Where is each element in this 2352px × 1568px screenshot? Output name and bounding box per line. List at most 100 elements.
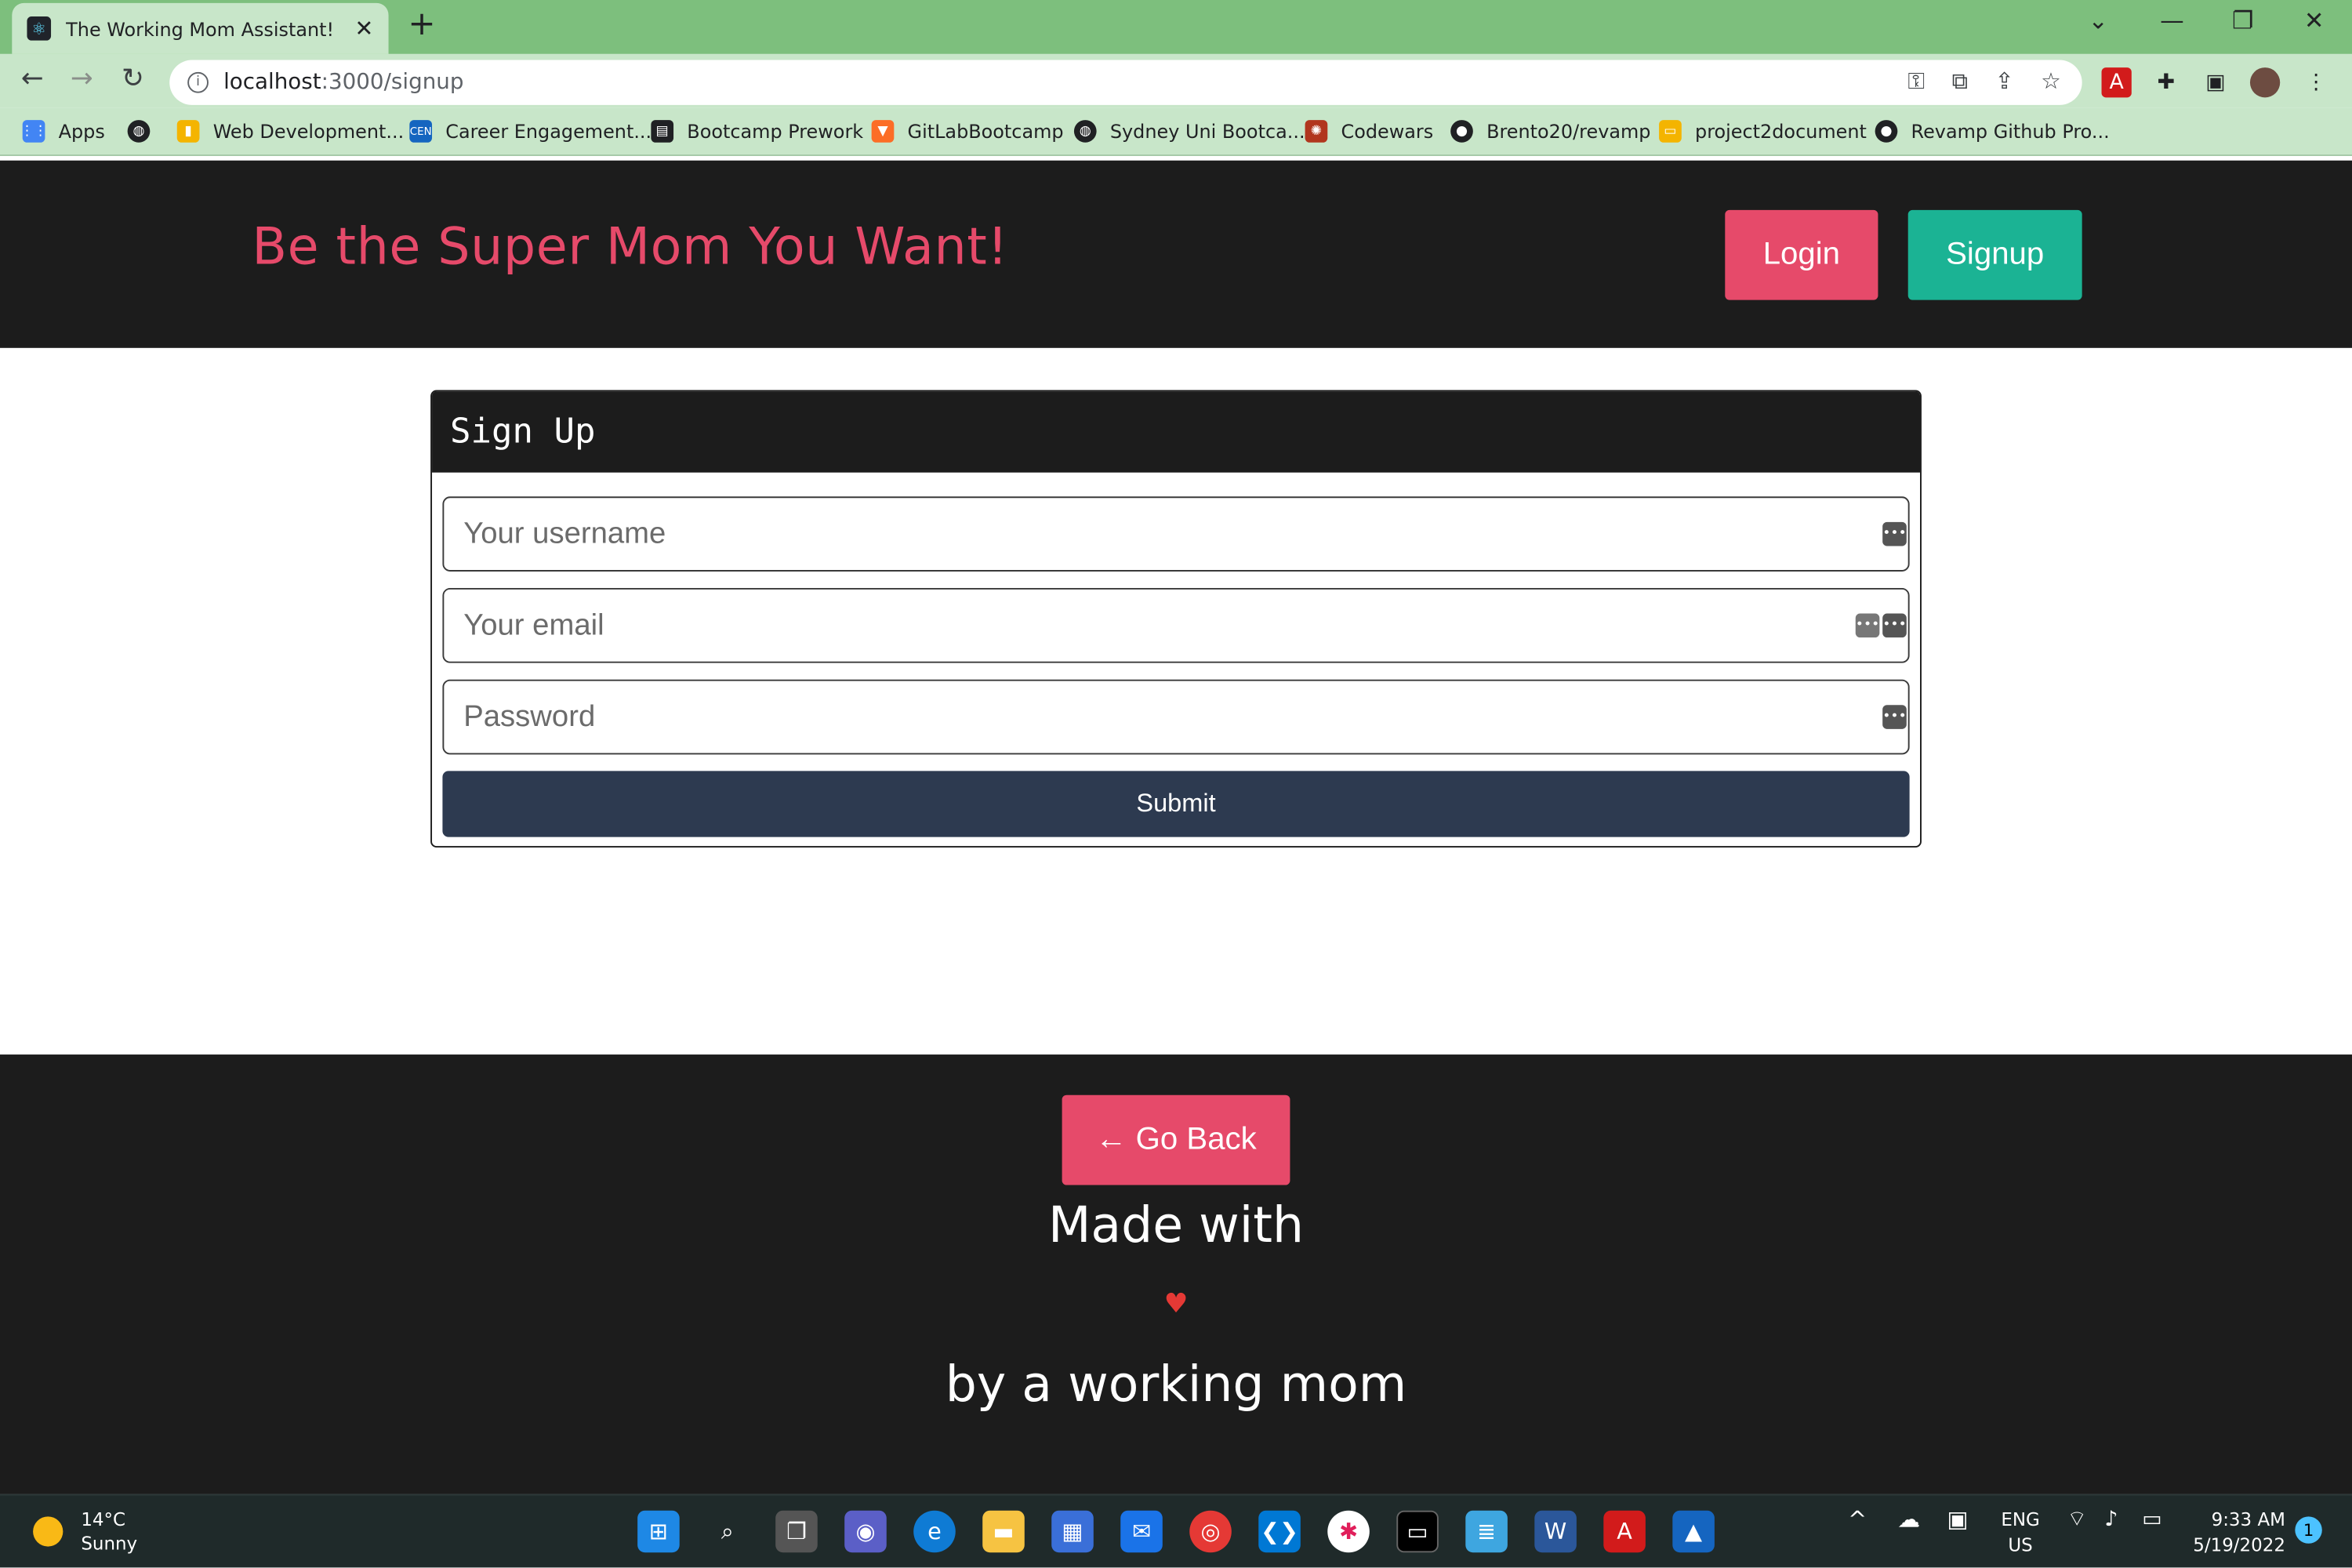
open-in-icon[interactable]: ⧉ bbox=[1952, 67, 1969, 94]
github-icon: ● bbox=[1875, 120, 1898, 143]
email-input[interactable]: Your email ••• ••• bbox=[442, 588, 1910, 663]
tab-title: The Working Mom Assistant! bbox=[66, 17, 335, 40]
photos-icon[interactable]: ▲ bbox=[1672, 1510, 1715, 1553]
bookmark-icon: ▮ bbox=[176, 120, 200, 143]
bookmark-bootcamp-prework[interactable]: ▤ Bootcamp Prework bbox=[651, 120, 863, 143]
minimize-icon[interactable]: — bbox=[2160, 6, 2184, 34]
password-manager-icon[interactable]: ••• bbox=[1882, 521, 1907, 546]
battery-icon[interactable]: ▭ bbox=[2142, 1508, 2161, 1534]
password-manager-icon[interactable]: ••• bbox=[1882, 613, 1907, 638]
display-icon[interactable]: ▣ bbox=[1947, 1507, 1968, 1534]
url-host: localhost bbox=[223, 70, 321, 95]
edge-icon[interactable]: e bbox=[913, 1510, 956, 1553]
bookmarks-bar: ⋮⋮ Apps ◍ ▮ Web Development... CEN Career E… bbox=[0, 107, 2352, 156]
acrobat-extension-icon[interactable]: A bbox=[2101, 67, 2132, 98]
site-info-icon[interactable]: i bbox=[187, 71, 209, 93]
profile-avatar[interactable] bbox=[2249, 67, 2281, 98]
react-favicon-icon: ⚛ bbox=[27, 16, 52, 41]
task-view-icon[interactable]: ❐ bbox=[775, 1510, 818, 1553]
vscode-icon[interactable]: ❮❯ bbox=[1258, 1510, 1301, 1553]
clock-time: 9:33 AM bbox=[2211, 1508, 2285, 1530]
bookmark-brento20-revamp[interactable]: ● Brento20/revamp bbox=[1450, 120, 1650, 143]
bookmark-sydney-uni[interactable]: ◍ Sydney Uni Bootca... bbox=[1073, 120, 1305, 143]
codewars-icon: ✺ bbox=[1305, 120, 1328, 143]
bookmark-project2document[interactable]: ▭ project2document bbox=[1659, 120, 1867, 143]
start-windows-icon[interactable]: ⊞ bbox=[637, 1510, 680, 1553]
username-input[interactable]: Your username ••• bbox=[442, 496, 1910, 572]
made-with-text: Made with bbox=[1047, 1195, 1305, 1254]
signup-card-title: Sign Up bbox=[432, 391, 1921, 473]
volume-icon[interactable]: ♪ bbox=[2104, 1508, 2118, 1534]
wifi-icon[interactable]: ⌔ bbox=[2067, 1508, 2087, 1534]
extensions-puzzle-icon[interactable]: ✚ bbox=[2151, 67, 2181, 97]
teams-chat-icon[interactable]: ◉ bbox=[844, 1510, 887, 1553]
globe-icon: ◍ bbox=[1073, 120, 1097, 143]
back-icon[interactable]: ← bbox=[21, 63, 44, 94]
cen-icon: CEN bbox=[409, 120, 433, 143]
globe-icon: ◍ bbox=[127, 120, 151, 143]
bookmark-codewars[interactable]: ✺ Codewars bbox=[1305, 120, 1433, 143]
go-back-button[interactable]: ← Go Back bbox=[1062, 1094, 1290, 1185]
share-icon[interactable]: ⇪ bbox=[1995, 67, 2014, 94]
clock-date: 5/19/2022 bbox=[2193, 1534, 2285, 1556]
menu-kebab-icon[interactable]: ⋮ bbox=[2301, 67, 2331, 97]
chrome-icon[interactable]: ◎ bbox=[1189, 1510, 1232, 1553]
username-placeholder: Your username bbox=[463, 517, 666, 550]
search-icon[interactable]: ⌕ bbox=[706, 1511, 749, 1553]
password-placeholder: Password bbox=[463, 699, 596, 733]
slides-icon: ▭ bbox=[1659, 120, 1682, 143]
sun-icon bbox=[33, 1516, 64, 1547]
acrobat-icon[interactable]: A bbox=[1603, 1510, 1646, 1553]
signup-button[interactable]: Signup bbox=[1907, 209, 2082, 300]
bookmark-web-development[interactable]: ▮ Web Development... bbox=[176, 120, 404, 143]
bookmark-revamp-github[interactable]: ● Revamp Github Pro... bbox=[1875, 120, 2110, 143]
notification-badge[interactable]: 1 bbox=[2295, 1516, 2322, 1544]
language-indicator[interactable]: ENG US bbox=[2001, 1508, 2039, 1559]
bookmark-apps[interactable]: ⋮⋮ Apps bbox=[20, 120, 105, 143]
screen: ⚛ The Working Mom Assistant! ✕ + ⌄ — ❐ ✕… bbox=[0, 0, 2352, 1568]
terminal-icon[interactable]: ▭ bbox=[1396, 1510, 1439, 1553]
store-icon[interactable]: ▦ bbox=[1051, 1510, 1094, 1553]
reload-icon[interactable]: ↻ bbox=[122, 63, 144, 94]
browser-tab[interactable]: ⚛ The Working Mom Assistant! ✕ bbox=[12, 2, 389, 54]
tab-search-icon[interactable]: ⌄ bbox=[2088, 6, 2108, 34]
address-bar[interactable]: i localhost:3000/signup ⚿ ⧉ ⇪ ☆ bbox=[169, 60, 2082, 105]
app-footer: ← Go Back Made with ♥ by a working mom bbox=[0, 1054, 2352, 1494]
side-panel-icon[interactable]: ▣ bbox=[2201, 67, 2230, 97]
notepad-icon[interactable]: ≣ bbox=[1465, 1510, 1508, 1553]
file-explorer-icon[interactable]: ▬ bbox=[982, 1510, 1025, 1553]
github-icon: ● bbox=[1450, 120, 1473, 143]
url-path: :3000/signup bbox=[321, 70, 464, 95]
clock[interactable]: 9:33 AM 5/19/2022 bbox=[2193, 1508, 2285, 1559]
key-icon[interactable]: ⚿ bbox=[1907, 67, 1925, 94]
forward-icon[interactable]: → bbox=[71, 63, 93, 94]
weather-condition: Sunny bbox=[81, 1533, 138, 1555]
by-line-text: by a working mom bbox=[945, 1354, 1407, 1414]
login-button[interactable]: Login bbox=[1725, 209, 1878, 300]
app-header: Be the Super Mom You Want! Login Signup bbox=[0, 160, 2352, 348]
show-hidden-icons[interactable]: ^ bbox=[1848, 1507, 1867, 1534]
bookmark-career-engagement[interactable]: CEN Career Engagement... bbox=[409, 120, 652, 143]
new-tab-button[interactable]: + bbox=[408, 6, 435, 44]
close-tab-icon[interactable]: ✕ bbox=[354, 15, 373, 42]
bookmark-globe[interactable]: ◍ bbox=[127, 120, 164, 143]
bookmark-gitlab[interactable]: ▼ GitLabBootcamp bbox=[871, 120, 1064, 143]
browser-toolbar: ← → ↻ i localhost:3000/signup ⚿ ⧉ ⇪ ☆ A … bbox=[0, 53, 2352, 108]
star-icon[interactable]: ☆ bbox=[2041, 67, 2061, 94]
windows-taskbar: 14°C Sunny ⊞ ⌕ ❐ ◉ e ▬ ▦ ✉ ◎ ❮❯ ✱ ▭ ≣ W … bbox=[0, 1494, 2352, 1568]
temperature: 14°C bbox=[81, 1508, 126, 1530]
weather-widget[interactable]: 14°C Sunny bbox=[33, 1508, 137, 1555]
word-icon[interactable]: W bbox=[1534, 1510, 1577, 1553]
autofill-icon[interactable]: ••• bbox=[1855, 613, 1880, 638]
heart-icon: ♥ bbox=[1163, 1288, 1189, 1320]
password-input[interactable]: Password ••• bbox=[442, 679, 1910, 755]
gitlab-icon: ▼ bbox=[871, 120, 895, 143]
mail-icon[interactable]: ✉ bbox=[1120, 1510, 1163, 1553]
password-manager-icon[interactable]: ••• bbox=[1882, 705, 1907, 729]
tab-strip: ⚛ The Working Mom Assistant! ✕ + ⌄ — ❐ ✕ bbox=[0, 0, 2352, 54]
close-window-icon[interactable]: ✕ bbox=[2304, 6, 2325, 34]
slack-icon[interactable]: ✱ bbox=[1327, 1510, 1370, 1553]
submit-button[interactable]: Submit bbox=[442, 771, 1910, 837]
onedrive-cloud-icon[interactable]: ☁ bbox=[1897, 1507, 1920, 1534]
restore-icon[interactable]: ❐ bbox=[2232, 6, 2253, 34]
